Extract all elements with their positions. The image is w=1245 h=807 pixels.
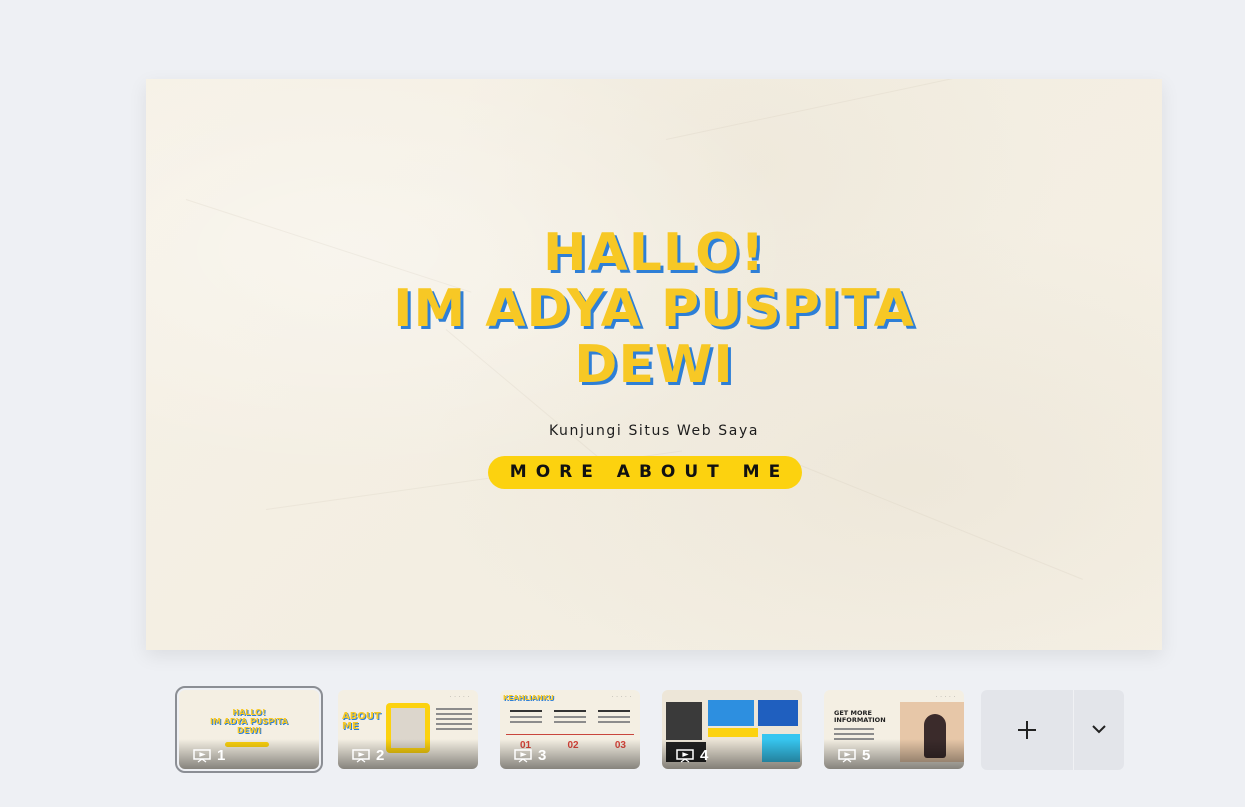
thumb-title: KEAHLIANKU (503, 694, 554, 702)
add-slide-group (981, 690, 1124, 770)
thumb-number: 2 (376, 747, 385, 764)
thumb-label-bar (708, 728, 758, 737)
thumb-image (666, 702, 702, 740)
chevron-down-icon (1092, 725, 1106, 734)
paper-crease (665, 79, 1038, 140)
plus-icon (1018, 721, 1036, 739)
slide-thumbnail-5[interactable]: · · · · · GET MORE INFORMATION 5 (824, 690, 964, 769)
thumb-number: 1 (217, 747, 226, 764)
title-line-1: HALLO! (542, 223, 766, 283)
slide-subtitle[interactable]: Kunjungi Situs Web Saya (146, 423, 1162, 439)
slide-thumbnail-3[interactable]: · · · · · KEAHLIANKU 010203 3 (500, 690, 640, 769)
slide-title[interactable]: HALLO! IM ADYA PUSPITA DEWI (146, 225, 1162, 393)
slide-thumbnail-4[interactable]: 4 (662, 690, 802, 769)
title-line-3: DEWI (574, 335, 734, 395)
thumb-number: 5 (862, 747, 871, 764)
presentation-icon (193, 749, 211, 763)
presentation-icon (838, 749, 856, 763)
slide-thumbnail-1[interactable]: HALLO! IM ADYA PUSPITA DEWI 1 (175, 686, 323, 773)
thumb-timeline (506, 734, 634, 735)
thumb-number-overlay: 1 (179, 739, 319, 769)
thumb-number-overlay: 4 (662, 739, 802, 769)
thumb-image (708, 700, 754, 726)
slide-thumbnail-2[interactable]: · · · · · ABOUT ME 2 (338, 690, 478, 769)
thumb-text-block (436, 708, 472, 733)
thumb-number-overlay: 5 (824, 739, 964, 769)
thumb-nav: · · · · · (935, 694, 956, 699)
presentation-icon (676, 749, 694, 763)
thumb-title: HALLO! IM ADYA PUSPITA DEWI (210, 708, 288, 735)
thumb-columns (510, 710, 630, 726)
add-slide-button[interactable] (981, 690, 1073, 770)
thumb-number-overlay: 3 (500, 739, 640, 769)
presentation-icon (352, 749, 370, 763)
thumb-number-overlay: 2 (338, 739, 478, 769)
slide-canvas[interactable]: HALLO! IM ADYA PUSPITA DEWI Kunjungi Sit… (146, 79, 1162, 650)
paper-crease (785, 459, 1083, 580)
thumb-number: 3 (538, 747, 547, 764)
thumb-nav: · · · · · (449, 694, 470, 699)
thumb-number: 4 (700, 747, 709, 764)
more-about-me-button[interactable]: MORE ABOUT ME (488, 456, 802, 489)
thumb-title: GET MORE INFORMATION (834, 709, 886, 724)
thumb-nav: · · · · · (611, 694, 632, 699)
thumb-image (758, 700, 798, 726)
title-line-2: IM ADYA PUSPITA (393, 279, 915, 339)
thumb-title: ABOUT ME (342, 711, 381, 732)
presentation-icon (514, 749, 532, 763)
add-slide-dropdown-button[interactable] (1074, 690, 1124, 770)
